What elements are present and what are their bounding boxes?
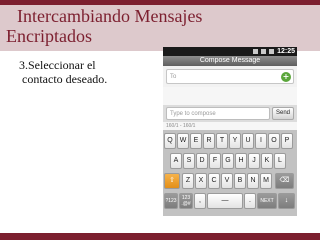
compose-row: Type to compose Send: [163, 105, 297, 122]
key-t[interactable]: T: [216, 133, 228, 149]
space-key[interactable]: —: [207, 193, 243, 209]
key-p[interactable]: P: [281, 133, 293, 149]
key-d[interactable]: D: [196, 153, 208, 169]
bottom-accent-bar: [0, 233, 320, 240]
slide-title-line1: Intercambiando Mensajes: [17, 6, 203, 26]
key-e[interactable]: E: [190, 133, 202, 149]
slide-title: Intercambiando Mensajes Encriptados: [6, 6, 316, 46]
key-x[interactable]: X: [195, 173, 207, 189]
key-l[interactable]: L: [274, 153, 286, 169]
shift-key-icon[interactable]: ⇧: [164, 173, 180, 189]
signal-icon: [261, 49, 266, 54]
key-a[interactable]: A: [170, 153, 182, 169]
key-i[interactable]: I: [255, 133, 267, 149]
key-j[interactable]: J: [248, 153, 260, 169]
next-key[interactable]: NEXT: [257, 193, 277, 209]
numbers-key[interactable]: 123 .@#: [179, 193, 193, 209]
key-v[interactable]: V: [221, 173, 233, 189]
key-c[interactable]: C: [208, 173, 220, 189]
key-r[interactable]: R: [203, 133, 215, 149]
character-count: 160/1 - 160/1: [166, 123, 196, 129]
phone-screenshot: 12:25 Compose Message To + Type to compo…: [163, 47, 297, 216]
key-g[interactable]: G: [222, 153, 234, 169]
symbols-key[interactable]: ?123: [164, 193, 178, 209]
comma-key[interactable]: ,: [194, 193, 206, 209]
key-h[interactable]: H: [235, 153, 247, 169]
slide-title-line2: Encriptados: [6, 26, 92, 46]
compose-header: Compose Message: [163, 56, 297, 66]
key-f[interactable]: F: [209, 153, 221, 169]
enter-key-icon[interactable]: ↓: [278, 193, 295, 209]
compose-placeholder: Type to compose: [170, 111, 216, 117]
battery-icon: [269, 49, 274, 54]
key-o[interactable]: O: [268, 133, 280, 149]
key-s[interactable]: S: [183, 153, 195, 169]
step-text-line2: contacto deseado.: [22, 72, 108, 86]
soft-keyboard: Q W E R T Y U I O P A S D F G H J K L ⇧ …: [163, 130, 297, 216]
status-bar: 12:25: [163, 47, 297, 56]
status-clock: 12:25: [277, 48, 295, 55]
key-z[interactable]: Z: [182, 173, 194, 189]
send-button[interactable]: Send: [272, 107, 294, 120]
to-placeholder: To: [170, 74, 177, 80]
key-y[interactable]: Y: [229, 133, 241, 149]
key-n[interactable]: N: [247, 173, 259, 189]
slide: Intercambiando Mensajes Encriptados 3.Se…: [0, 0, 320, 240]
step-text: 3.Seleccionar el contacto deseado.: [19, 58, 159, 86]
key-q[interactable]: Q: [164, 133, 176, 149]
add-contact-icon[interactable]: +: [281, 72, 291, 82]
period-key[interactable]: .: [244, 193, 256, 209]
key-k[interactable]: K: [261, 153, 273, 169]
step-text-line1: 3.Seleccionar el: [19, 58, 96, 72]
key-w[interactable]: W: [177, 133, 189, 149]
to-field[interactable]: To +: [166, 69, 294, 84]
key-u[interactable]: U: [242, 133, 254, 149]
compose-field[interactable]: Type to compose: [166, 107, 270, 120]
key-b[interactable]: B: [234, 173, 246, 189]
network-icon: [253, 49, 258, 54]
key-m[interactable]: M: [260, 173, 272, 189]
status-icons: [253, 48, 275, 55]
delete-key-icon[interactable]: ⌫: [275, 173, 294, 189]
